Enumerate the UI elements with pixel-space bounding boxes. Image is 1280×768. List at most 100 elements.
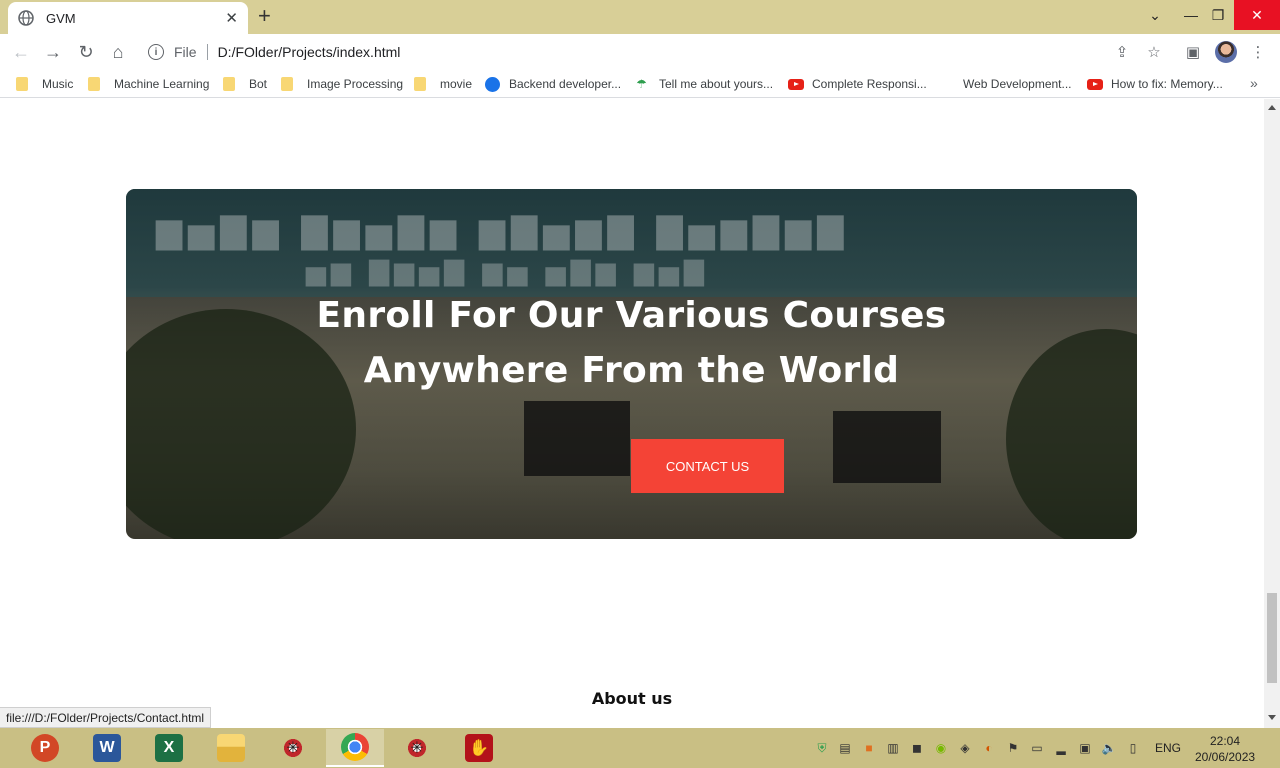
bookmark-label: Backend developer... <box>509 77 622 91</box>
building-window <box>833 411 941 483</box>
signal-bars-icon[interactable]: ▂ <box>1053 740 1069 756</box>
bookmark-star-icon[interactable]: ☆ <box>1144 42 1164 62</box>
status-link-preview: file:///D:/FOlder/Projects/Contact.html <box>0 707 212 728</box>
windows-taskbar: P W X ✳ ✳ ✋ ⛨ ▤ ■ ▥ ◼ ◉ ◈ ◐ ⚑ ▭ ▂ ▣ 🔈 ▯ … <box>0 728 1280 768</box>
bookmark-label: Image Processing <box>307 77 404 91</box>
new-tab-button[interactable]: + <box>258 5 271 27</box>
forward-icon[interactable]: → <box>42 41 64 63</box>
taskbar-excel[interactable]: X <box>140 729 198 767</box>
address-url[interactable]: D:/FOlder/Projects/index.html <box>218 44 401 60</box>
bookmark-label: Bot <box>249 77 268 91</box>
battery-icon[interactable]: ▭ <box>1029 740 1045 756</box>
device-icon[interactable]: ▯ <box>1125 740 1141 756</box>
about-us-heading: About us <box>591 689 673 708</box>
bookmark-label: movie <box>440 77 473 91</box>
share-icon[interactable]: ⇪ <box>1112 42 1132 62</box>
arc-icon <box>485 76 500 92</box>
bookmark-label: How to fix: Memory... <box>1111 77 1223 91</box>
taskbar-web-app-2[interactable]: ✳ <box>388 729 446 767</box>
tray-speaker-app-icon[interactable]: ◐ <box>981 740 997 756</box>
taskbar-file-explorer[interactable] <box>202 729 260 767</box>
address-divider <box>206 44 208 60</box>
bookmark-image-processing[interactable]: Image Processing <box>281 75 403 93</box>
pdf-reader-icon: ✋ <box>465 734 493 762</box>
folder-icon <box>88 77 100 91</box>
page-viewport: ▆▅▇▆ ▇▆▅▇▆ ▆▇▅▆▇ ▇▅▆▇▆▇ ▅▆ ▇▆▅▇ ▆▅ ▅▇▆ ▆… <box>0 99 1264 728</box>
system-clock[interactable]: 22:04 20/06/2023 <box>1195 733 1255 765</box>
globe-icon <box>18 10 34 26</box>
scroll-down-arrow-icon[interactable] <box>1268 715 1276 720</box>
bookmark-tell-me-about[interactable]: ☂ Tell me about yours... <box>636 75 773 93</box>
bookmark-label: Complete Responsi... <box>812 77 927 91</box>
tray-app-icon[interactable]: ▤ <box>837 740 853 756</box>
browser-title-bar: GVM ✕ + ⌄ — ❐ ✕ <box>0 0 1280 34</box>
hero-heading-line-2: Anywhere From the World <box>363 350 900 391</box>
address-scheme: File <box>174 44 197 60</box>
powerpoint-icon: P <box>31 734 59 762</box>
taskbar-word[interactable]: W <box>78 729 136 767</box>
tray-orange-icon[interactable]: ■ <box>861 740 877 756</box>
spider-web-icon: ✳ <box>403 734 431 762</box>
tab-close-icon[interactable]: ✕ <box>225 9 238 27</box>
bookmark-bot[interactable]: Bot <box>223 75 267 93</box>
flag-icon[interactable]: ⚑ <box>1005 740 1021 756</box>
language-indicator[interactable]: ENG <box>1155 741 1181 755</box>
folder-icon <box>223 77 235 91</box>
close-window-button[interactable]: ✕ <box>1234 0 1280 30</box>
address-bar[interactable]: i File D:/FOlder/Projects/index.html <box>140 38 1100 66</box>
folder-icon <box>16 77 28 91</box>
scrollbar-thumb[interactable] <box>1267 593 1277 683</box>
bookmark-music[interactable]: Music <box>16 75 73 93</box>
side-panel-icon[interactable]: ▣ <box>1183 42 1203 62</box>
more-bookmarks-chevron-icon[interactable]: » <box>1250 75 1258 91</box>
bookmark-label: Machine Learning <box>114 77 210 91</box>
bookmark-machine-learning[interactable]: Machine Learning <box>88 75 209 93</box>
file-explorer-icon <box>217 734 245 762</box>
taskbar-powerpoint[interactable]: P <box>16 729 74 767</box>
hero-heading-line-1: Enroll For Our Various Courses <box>316 295 947 336</box>
clock-date: 20/06/2023 <box>1195 750 1256 764</box>
folder-icon <box>414 77 426 91</box>
bookmark-label: Music <box>42 77 74 91</box>
scroll-up-arrow-icon[interactable] <box>1268 105 1276 110</box>
hero-banner: ▆▅▇▆ ▇▆▅▇▆ ▆▇▅▆▇ ▇▅▆▇▆▇ ▅▆ ▇▆▅▇ ▆▅ ▅▇▆ ▆… <box>126 189 1137 539</box>
home-icon[interactable]: ⌂ <box>107 41 129 63</box>
youtube-icon <box>788 78 804 90</box>
bookmark-backend-developer[interactable]: Backend developer... <box>485 75 621 93</box>
reload-icon[interactable]: ↻ <box>75 41 97 63</box>
tree-foliage-left <box>126 309 356 539</box>
bookmark-movie[interactable]: movie <box>414 75 472 93</box>
page-scrollbar[interactable] <box>1264 99 1280 728</box>
volume-icon[interactable]: 🔈 <box>1101 740 1117 756</box>
security-shield-icon[interactable]: ⛨ <box>814 740 830 756</box>
taskbar-pdf-reader[interactable]: ✋ <box>450 729 508 767</box>
back-icon[interactable]: ← <box>10 41 32 63</box>
youtube-icon <box>1087 78 1103 90</box>
bookmark-how-to-fix[interactable]: How to fix: Memory... <box>1087 75 1223 93</box>
bookmark-label: Web Development... <box>963 77 1072 91</box>
browser-tab[interactable]: GVM ✕ <box>8 2 248 34</box>
folder-icon <box>281 77 293 91</box>
tray-dark-app-icon[interactable]: ◼ <box>909 740 925 756</box>
bookmark-complete-responsive[interactable]: Complete Responsi... <box>788 75 927 93</box>
browser-toolbar: ← → ↻ ⌂ i File D:/FOlder/Projects/index.… <box>0 34 1280 70</box>
tab-title: GVM <box>46 10 76 26</box>
menu-kebab-icon[interactable]: ⋮ <box>1248 42 1268 62</box>
signboard-decoration-2: ▅▆ ▇▆▅▇ ▆▅ ▅▇▆ ▆▅▇ <box>306 257 709 287</box>
bookmark-web-development[interactable]: Web Development... <box>963 75 1072 93</box>
taskbar-web-app[interactable]: ✳ <box>264 729 322 767</box>
profile-avatar[interactable] <box>1215 41 1237 63</box>
tray-network-app-icon[interactable]: ◈ <box>957 740 973 756</box>
building-window <box>524 401 630 476</box>
site-info-icon[interactable]: i <box>148 44 164 60</box>
taskbar-chrome[interactable] <box>326 729 384 767</box>
signboard-decoration: ▆▅▇▆ ▇▆▅▇▆ ▆▇▅▆▇ ▇▅▆▇▆▇ <box>156 211 850 251</box>
umbrella-icon: ☂ <box>636 77 647 91</box>
nvidia-icon[interactable]: ◉ <box>933 740 949 756</box>
excel-icon: X <box>155 734 183 762</box>
contact-us-button[interactable]: CONTACT US <box>631 439 784 493</box>
bookmark-label: Tell me about yours... <box>659 77 774 91</box>
tray-notes-icon[interactable]: ▥ <box>885 740 901 756</box>
display-icon[interactable]: ▣ <box>1077 740 1093 756</box>
bookmarks-bar: Music Machine Learning Bot Image Process… <box>0 70 1280 98</box>
